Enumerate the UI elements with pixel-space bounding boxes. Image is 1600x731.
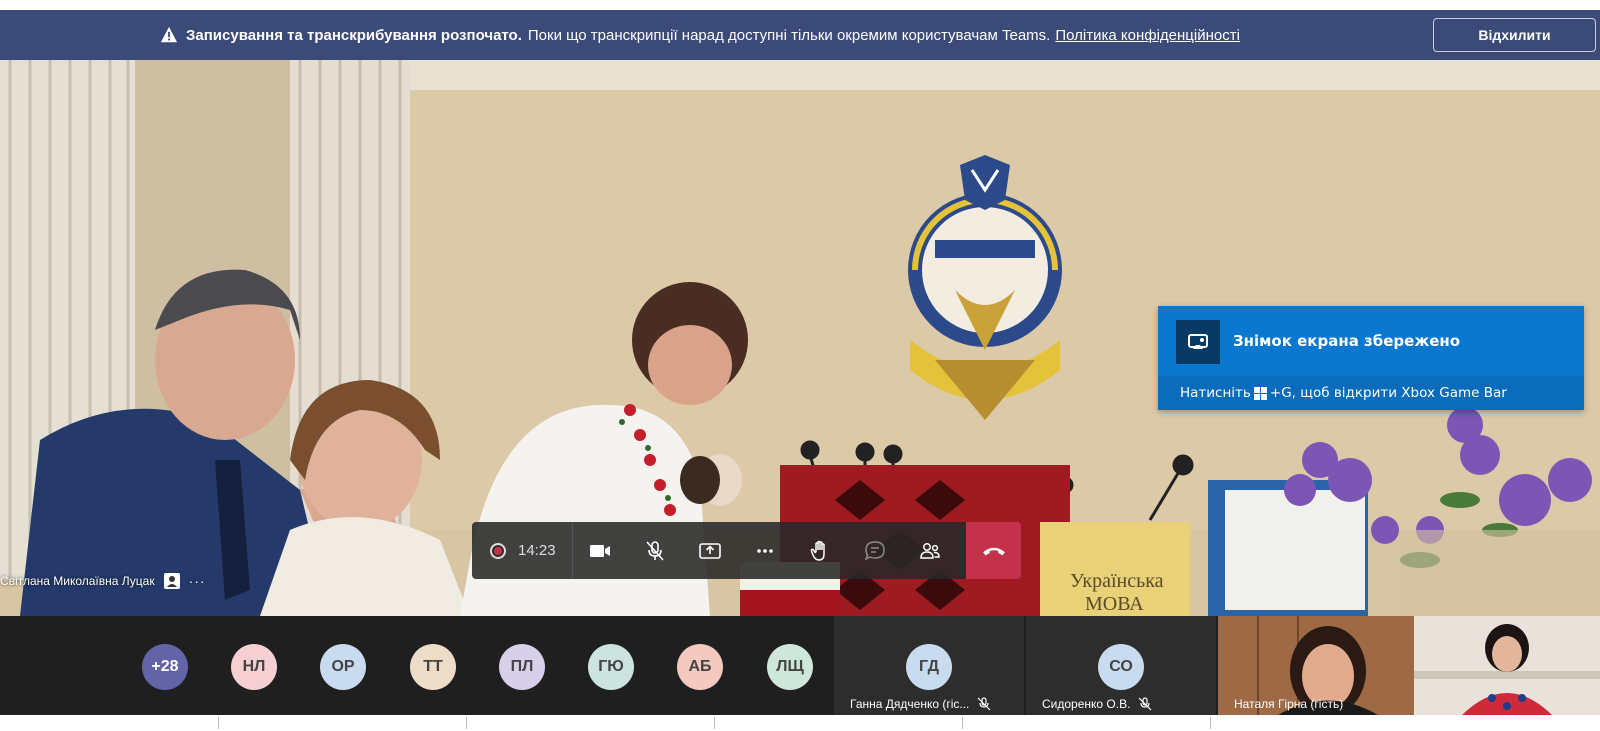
people-icon xyxy=(920,542,940,559)
hang-up-button[interactable] xyxy=(966,522,1021,579)
mic-off-icon xyxy=(977,697,991,711)
speaker-more-button[interactable]: ··· xyxy=(189,573,206,589)
mic-off-icon xyxy=(1138,697,1152,711)
hang-up-icon xyxy=(982,547,1005,555)
share-icon xyxy=(699,542,721,559)
share-button[interactable] xyxy=(683,522,738,579)
recording-timer: 14:23 xyxy=(472,522,573,579)
taskbar-edge xyxy=(0,715,1600,731)
dismiss-button[interactable]: Відхилити xyxy=(1433,18,1596,52)
divider xyxy=(218,717,219,729)
recording-icon xyxy=(490,542,506,559)
participant-video xyxy=(1414,616,1600,715)
speaker-label: Світлана Миколаївна Луцак ··· xyxy=(0,572,206,590)
participant-avatar[interactable]: АБ xyxy=(677,644,723,690)
meeting-controls-bar: 14:23 xyxy=(472,522,1021,579)
svg-text:Українська: Українська xyxy=(1070,570,1164,592)
banner-bold-text: Записування та транскрибування розпочато… xyxy=(186,26,522,44)
participant-avatar: СО xyxy=(1098,644,1144,690)
participant-video-tile-2[interactable] xyxy=(1414,616,1600,715)
divider xyxy=(714,717,715,729)
participant-tile-name: Сидоренко О.В. xyxy=(1042,697,1152,711)
divider xyxy=(962,717,963,729)
participant-avatar[interactable]: ПЛ xyxy=(499,644,545,690)
toast-sub-before: Натисніть xyxy=(1180,385,1251,401)
mic-button[interactable] xyxy=(628,522,683,579)
teams-meeting-window: Записування та транскрибування розпочато… xyxy=(0,0,1600,731)
warning-icon xyxy=(160,26,178,43)
participants-button[interactable] xyxy=(903,522,958,579)
participant-avatar[interactable]: ГЮ xyxy=(588,644,634,690)
svg-text:МОВА: МОВА xyxy=(1085,593,1144,615)
camera-icon xyxy=(590,544,611,557)
game-bar-icon xyxy=(1176,320,1220,364)
more-icon xyxy=(757,548,773,553)
windows-key-icon xyxy=(1253,386,1267,400)
banner-text: Поки що транскрипції нарад доступні тіль… xyxy=(527,26,1051,44)
mic-off-icon xyxy=(646,540,664,561)
chat-button[interactable] xyxy=(848,522,903,579)
toast-sub-after: +G, щоб відкрити Xbox Game Bar xyxy=(1269,385,1507,401)
camera-button[interactable] xyxy=(573,522,628,579)
participant-avatar: ГД xyxy=(906,644,952,690)
chat-icon xyxy=(864,540,885,561)
toast-subtitle: Натисніть +G, щоб відкрити Xbox Game Bar xyxy=(1158,376,1584,410)
participant-name: Ганна Дядченко (гіс... xyxy=(850,697,970,711)
participant-video-tile[interactable]: Наталя Гірна (гість) xyxy=(1218,616,1414,715)
privacy-policy-link[interactable]: Політика конфіденційності xyxy=(1055,27,1240,44)
participant-avatar[interactable]: ОР xyxy=(320,644,366,690)
participant-avatar[interactable]: ЛЩ xyxy=(767,644,813,690)
participant-avatar[interactable]: НЛ xyxy=(231,644,277,690)
participant-tile[interactable]: ГД Ганна Дядченко (гіс... xyxy=(834,616,1024,715)
participant-tile-name: Наталя Гірна (гість) xyxy=(1234,697,1343,711)
participant-name: Наталя Гірна (гість) xyxy=(1234,697,1344,711)
participant-strip: +28 НЛ ОР ТТ ПЛ ГЮ АБ ЛЩ ГД Ганна Дядчен… xyxy=(0,616,1600,715)
banner-message: Записування та транскрибування розпочато… xyxy=(160,10,1240,60)
overflow-participants-avatar[interactable]: +28 xyxy=(142,644,188,690)
participant-tile[interactable]: СО Сидоренко О.В. xyxy=(1026,616,1216,715)
divider xyxy=(1210,717,1211,729)
divider xyxy=(466,717,467,729)
participant-tile-name: Ганна Дядченко (гіс... xyxy=(850,697,991,711)
participant-avatar[interactable]: ТТ xyxy=(410,644,456,690)
participant-name: Сидоренко О.В. xyxy=(1042,697,1131,711)
speaker-name: Світлана Миколаївна Луцак xyxy=(0,574,155,588)
timer-text: 14:23 xyxy=(518,542,556,559)
toast-title: Знімок екрана збережено xyxy=(1233,332,1461,350)
more-actions-button[interactable] xyxy=(738,522,793,579)
screenshot-toast[interactable]: Знімок екрана збережено Натисніть +G, що… xyxy=(1158,306,1584,410)
raise-hand-button[interactable] xyxy=(793,522,848,579)
recording-banner: Записування та транскрибування розпочато… xyxy=(0,10,1600,60)
raise-hand-icon xyxy=(810,540,825,561)
organizer-badge-icon xyxy=(163,573,180,589)
